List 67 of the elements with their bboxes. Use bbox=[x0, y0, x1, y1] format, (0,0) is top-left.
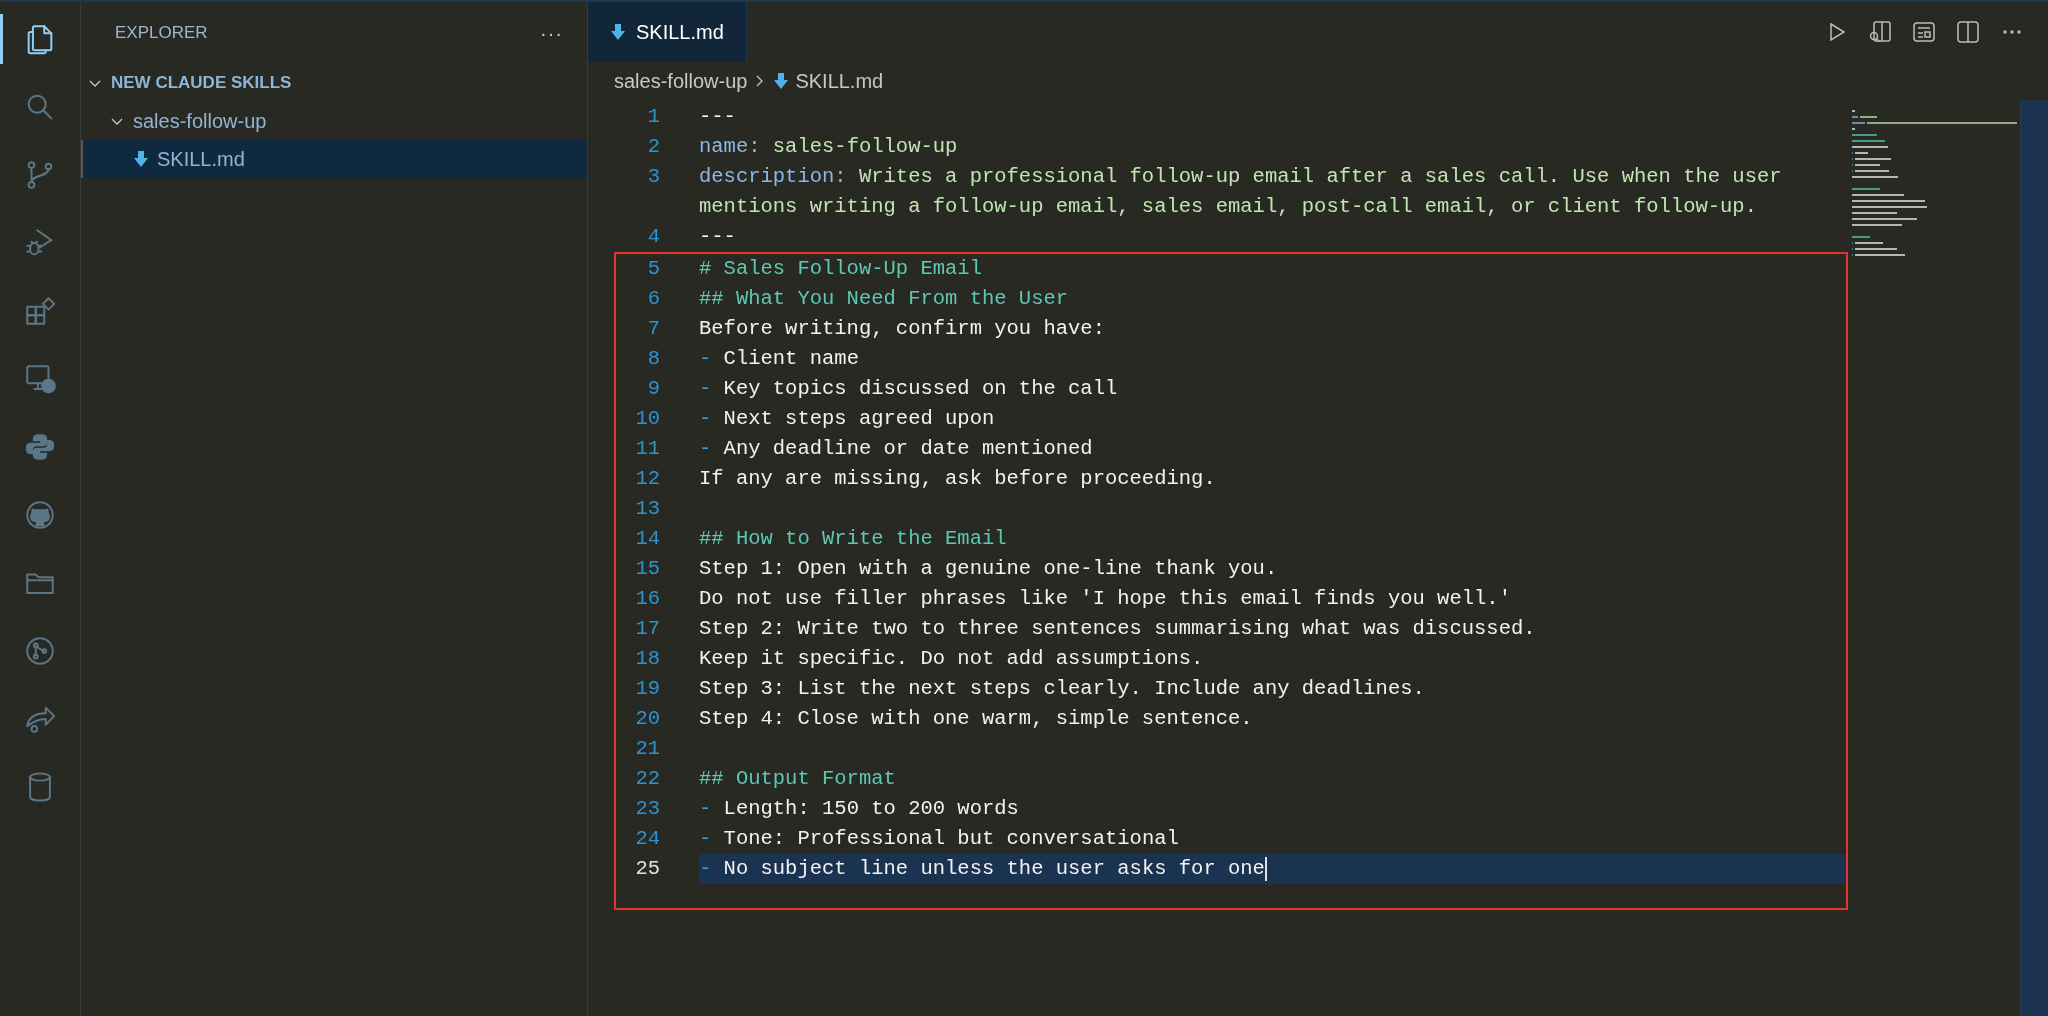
code-line: ## How to Write the Email bbox=[699, 527, 1007, 550]
code-line: - Client name bbox=[699, 347, 859, 370]
line-number: 6 bbox=[647, 286, 660, 312]
folder-item[interactable]: sales-follow-up bbox=[81, 102, 587, 140]
file-item[interactable]: SKILL.md bbox=[81, 140, 587, 178]
code-line: - Any deadline or date mentioned bbox=[699, 437, 1093, 460]
code-line: If any are missing, ask before proceeding. bbox=[699, 467, 1216, 490]
code-line: Step 2: Write two to three sentences summarising what was discussed. bbox=[699, 617, 1536, 640]
extensions-icon bbox=[23, 294, 57, 328]
download-arrow-icon bbox=[773, 72, 790, 90]
code-line: --- bbox=[699, 225, 736, 248]
line-number: 17 bbox=[635, 616, 660, 642]
line-number: 14 bbox=[635, 526, 660, 552]
code-line: Before writing, confirm you have: bbox=[699, 317, 1105, 340]
line-number: 25 bbox=[635, 856, 660, 882]
code-line: # Sales Follow-Up Email bbox=[699, 257, 982, 280]
code-line: - Length: 150 to 200 words bbox=[699, 797, 1019, 820]
editor-tab[interactable]: SKILL.md bbox=[588, 2, 747, 62]
code-line: - No subject line unless the user asks for one bbox=[699, 857, 1267, 880]
code-line: Keep it specific. Do not add assumptions. bbox=[699, 647, 1204, 670]
pull-request-icon bbox=[23, 634, 57, 668]
breadcrumb-item[interactable]: sales-follow-up bbox=[614, 69, 748, 93]
line-number: 24 bbox=[635, 826, 660, 852]
download-arrow-icon bbox=[133, 150, 149, 168]
line-number: 15 bbox=[635, 556, 660, 582]
layout-icon[interactable] bbox=[1912, 20, 1936, 44]
line-number: 7 bbox=[647, 316, 660, 342]
line-number: 18 bbox=[635, 646, 660, 672]
line-number: 23 bbox=[635, 796, 660, 822]
scrollbar[interactable] bbox=[2020, 100, 2048, 1016]
line-number: 13 bbox=[635, 496, 660, 522]
code-line: ## What You Need From the User bbox=[699, 287, 1069, 310]
line-number: 12 bbox=[635, 466, 660, 492]
more-actions-button[interactable]: ··· bbox=[536, 21, 567, 45]
code-line: --- bbox=[699, 105, 736, 128]
line-number: 8 bbox=[647, 346, 660, 372]
split-editor-icon[interactable] bbox=[1956, 20, 1980, 44]
line-number: 21 bbox=[635, 736, 660, 762]
code-line: Step 1: Open with a genuine one-line thank you. bbox=[699, 557, 1278, 580]
line-number: 11 bbox=[635, 436, 660, 462]
line-number: 4 bbox=[647, 224, 660, 250]
code-line: description: Writes a professional follow-up email after a sales call. Use when the user mentions writing a follow-up email, sales email, post-call email, or client follow-up. bbox=[699, 165, 1783, 218]
line-number: 3 bbox=[647, 164, 660, 190]
code-line: - Tone: Professional but conversational bbox=[699, 827, 1179, 850]
workspace-header[interactable]: NEW CLAUDE SKILLS bbox=[81, 64, 587, 102]
line-number: 22 bbox=[635, 766, 660, 792]
code-line: - Next steps agreed upon bbox=[699, 407, 995, 430]
explorer-title: EXPLORER bbox=[115, 23, 208, 43]
code-line: - Key topics discussed on the call bbox=[699, 377, 1118, 400]
line-number: 10 bbox=[635, 406, 660, 432]
breadcrumb-item[interactable]: SKILL.md bbox=[795, 69, 884, 93]
download-arrow-icon bbox=[610, 23, 626, 41]
code-line: Step 3: List the next steps clearly. Include any deadlines. bbox=[699, 677, 1425, 700]
line-number: 19 bbox=[635, 676, 660, 702]
line-number: 2 bbox=[647, 134, 660, 160]
preview-search-icon[interactable] bbox=[1868, 20, 1892, 44]
code-line: ## Output Format bbox=[699, 767, 896, 790]
remote-monitor-icon bbox=[23, 362, 57, 396]
line-number: 9 bbox=[647, 376, 660, 402]
code-line: Step 4: Close with one warm, simple sentence. bbox=[699, 707, 1253, 730]
line-number: 16 bbox=[635, 586, 660, 612]
code-line: Do not use filler phrases like 'I hope this email finds you well.' bbox=[699, 587, 1511, 610]
code-line: name: sales-follow-up bbox=[699, 135, 958, 158]
line-number: 20 bbox=[635, 706, 660, 732]
line-number: 1 bbox=[647, 104, 660, 130]
github-icon bbox=[23, 498, 57, 532]
line-number: 5 bbox=[647, 256, 660, 282]
